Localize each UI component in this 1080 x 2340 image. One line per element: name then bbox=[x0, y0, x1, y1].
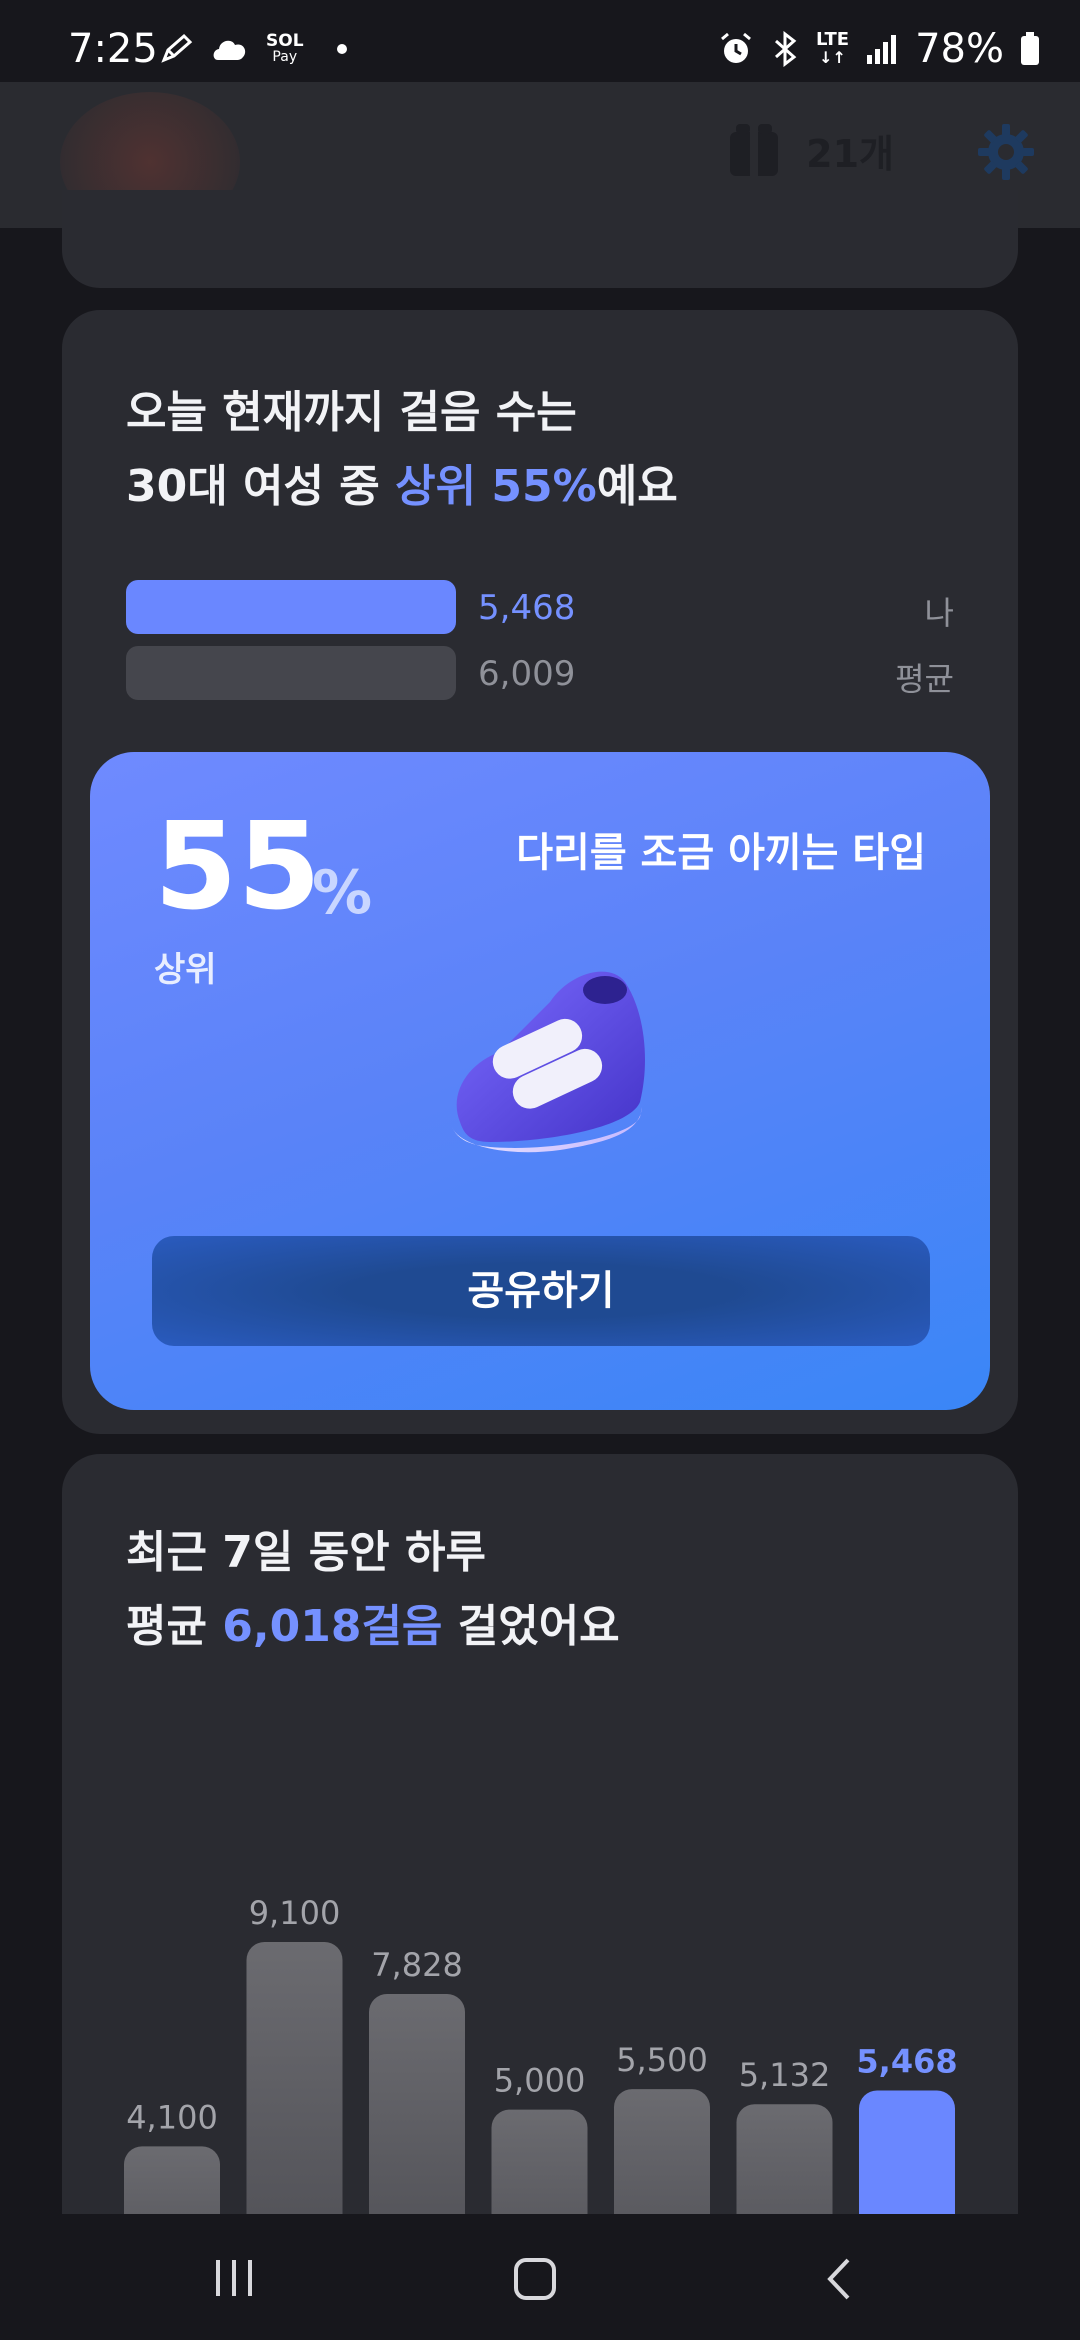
result-card: 55 % 상위 다리를 조금 아끼는 타입 공유하기 bbox=[90, 752, 990, 1410]
battery-percent: 78% bbox=[915, 26, 1004, 72]
average-steps-label: 평균 bbox=[895, 660, 954, 698]
rank-headline-suffix: 예요 bbox=[596, 461, 678, 512]
bar-label-day-6: 5,132 bbox=[739, 2056, 831, 2094]
dot-icon bbox=[336, 44, 347, 54]
system-navigation-bar bbox=[0, 2214, 1080, 2340]
back-icon[interactable] bbox=[820, 2256, 860, 2302]
average-steps-bar bbox=[126, 646, 456, 700]
sol-pay-top: SOL bbox=[266, 31, 304, 51]
bar-label-day-1: 4,100 bbox=[126, 2098, 218, 2136]
average-steps-row: 6,009 평균 bbox=[126, 646, 954, 700]
sol-pay-icon: SOL Pay bbox=[266, 31, 304, 66]
settings-gear-icon[interactable] bbox=[976, 122, 1036, 182]
status-bar: 7:25 SOL Pay LTE ↓↑ 78% bbox=[0, 0, 1080, 82]
weekly-card: 최근 7일 동안 하루 평균 6,018걸음 걸었어요 4,100 9,100 7,… bbox=[62, 1454, 1018, 2314]
walker-type-title: 다리를 조금 아끼는 타입 bbox=[516, 830, 926, 876]
rank-headline-accent: 상위 55% bbox=[395, 461, 597, 512]
lte-indicator: LTE ↓↑ bbox=[816, 29, 850, 67]
rank-label: 상위 bbox=[154, 950, 217, 990]
bar-label-day-4: 5,000 bbox=[494, 2062, 586, 2100]
rank-percent-unit: % bbox=[312, 858, 373, 928]
weekly-steps-chart: 4,100 9,100 7,828 5,000 5,500 5,132 5,468 bbox=[124, 1894, 958, 2314]
system-icons: LTE ↓↑ 78% bbox=[718, 26, 1040, 72]
sneaker-illustration bbox=[452, 971, 645, 1153]
rank-headline: 오늘 현재까지 걸음 수는 30대 여성 중 상위 55%예요 bbox=[126, 376, 678, 524]
home-icon[interactable] bbox=[512, 2256, 558, 2302]
status-time: 7:25 bbox=[68, 26, 158, 72]
share-button[interactable]: 공유하기 bbox=[152, 1236, 930, 1346]
recent-apps-icon[interactable] bbox=[212, 2256, 256, 2300]
previous-card-bottom bbox=[62, 190, 1018, 288]
gift-counter[interactable]: 21개 bbox=[728, 122, 894, 178]
pencil-icon bbox=[161, 33, 193, 63]
signal-icon bbox=[867, 35, 897, 64]
bar-label-day-2: 9,100 bbox=[249, 1894, 341, 1932]
my-steps-value: 5,468 bbox=[478, 588, 576, 628]
bar-label-day-7: 5,468 bbox=[856, 2042, 957, 2080]
rank-percent-number: 55 bbox=[154, 798, 321, 937]
alarm-icon bbox=[721, 32, 751, 63]
gift-count: 21개 bbox=[806, 131, 894, 176]
my-steps-row: 5,468 나 bbox=[126, 580, 954, 634]
my-steps-bar bbox=[126, 580, 456, 634]
my-steps-label: 나 bbox=[924, 594, 954, 632]
rank-card: 오늘 현재까지 걸음 수는 30대 여성 중 상위 55%예요 5,468 나 … bbox=[62, 310, 1018, 1434]
gift-icon bbox=[730, 124, 779, 176]
sol-pay-bottom: Pay bbox=[272, 49, 298, 65]
bluetooth-icon bbox=[775, 31, 797, 67]
cloud-icon bbox=[213, 40, 246, 60]
notification-icons: SOL Pay bbox=[158, 30, 352, 68]
rank-headline-line1: 오늘 현재까지 걸음 수는 bbox=[126, 387, 577, 438]
battery-icon bbox=[1021, 32, 1039, 65]
network-type: LTE bbox=[816, 29, 850, 50]
bar-label-day-3: 7,828 bbox=[371, 1946, 463, 1984]
rank-headline-line2: 30대 여성 중 상위 55%예요 bbox=[126, 450, 678, 524]
average-steps-value: 6,009 bbox=[478, 654, 576, 694]
bar-label-day-5: 5,500 bbox=[616, 2041, 708, 2079]
rank-headline-prefix: 30대 여성 중 bbox=[126, 461, 396, 512]
